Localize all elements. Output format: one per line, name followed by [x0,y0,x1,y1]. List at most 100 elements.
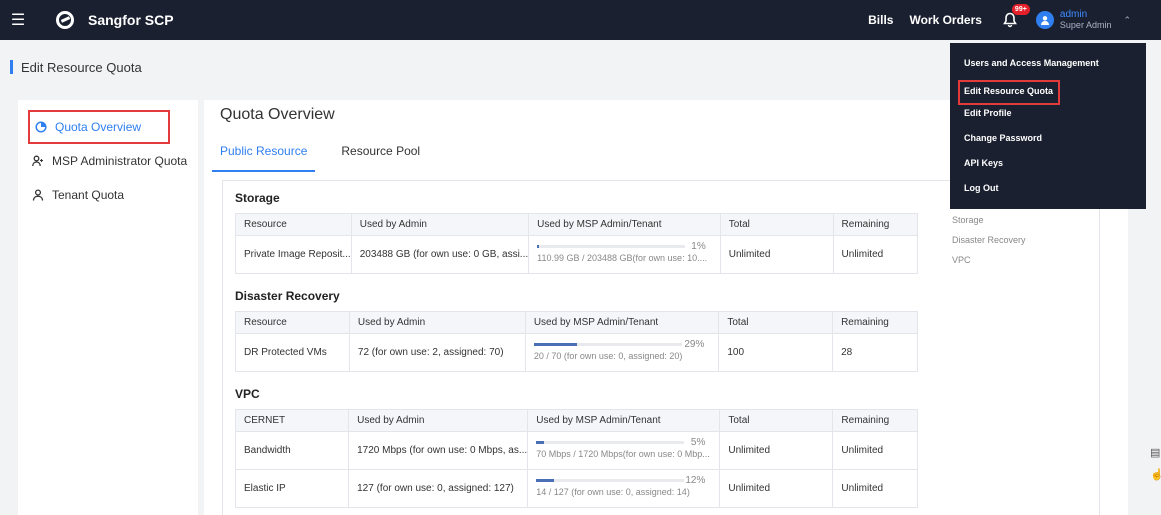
remaining-cell: Unlimited [832,431,918,470]
total-cell: 100 [718,333,834,372]
section-title-vpc: VPC [235,387,260,401]
used-by-msp-cell: 29% 20 / 70 (for own use: 0, assigned: 2… [524,333,720,372]
usage-bar-fill [536,479,554,482]
column-header: Total [719,409,834,432]
tab-public-resource[interactable]: Public Resource [212,142,316,172]
column-header: Used by Admin [350,213,530,236]
hamburger-icon[interactable]: ☰ [6,10,30,30]
usage-bar-fill [537,245,539,248]
used-by-admin-cell: 72 (for own use: 2, assigned: 70) [348,333,526,372]
usage-bar-track [537,245,686,248]
usage-percent: 12% [685,475,706,486]
vpc-table: CERNET Used by Admin Used by MSP Admin/T… [234,409,918,508]
usage-text: 14 / 127 (for own use: 0, assigned: 14) [536,487,690,497]
anchor-link-disaster-recovery[interactable]: Disaster Recovery [952,230,1026,250]
used-by-admin-cell: 127 (for own use: 0, assigned: 127) [348,469,529,508]
user-icon [32,189,44,201]
quota-icon [35,121,47,133]
used-by-msp-cell: 12% 14 / 127 (for own use: 0, assigned: … [527,469,721,508]
table-header-row: Resource Used by Admin Used by MSP Admin… [235,311,918,334]
notification-bell-icon[interactable]: 99+ [1002,4,1030,28]
sangfor-logo-icon [56,11,74,29]
notification-badge: 99+ [1011,4,1030,15]
section-title-disaster-recovery: Disaster Recovery [235,289,340,303]
sidebar-item-tenant-quota[interactable]: Tenant Quota [18,178,198,212]
menu-item-api-keys[interactable]: API Keys [950,155,1146,180]
title-accent [10,60,13,74]
section-title-storage: Storage [235,191,280,205]
usage-percent: 29% [684,339,705,350]
total-cell: Unlimited [719,431,834,470]
main-title: Quota Overview [220,106,335,123]
usage-text: 70 Mbps / 1720 Mbps(for own use: 0 Mbp..… [536,449,710,459]
usage-bar-track [536,479,685,482]
total-cell: Unlimited [719,235,834,274]
menu-item-log-out[interactable]: Log Out [950,180,1146,205]
column-header: Total [718,311,834,334]
usage-percent: 1% [691,241,706,252]
thumbs-up-icon[interactable]: ☝ [1150,464,1161,486]
user-menu-dropdown: Users and Access Management Edit Resourc… [950,43,1146,209]
table-row: Elastic IP 127 (for own use: 0, assigned… [234,469,918,508]
usage-bar-track [536,441,685,444]
user-block[interactable]: admin Super Admin [1060,9,1112,31]
column-header: Remaining [832,311,918,334]
column-header: CERNET [234,409,350,432]
column-header: Used by MSP Admin/Tenant [524,311,720,334]
total-cell: Unlimited [719,469,834,508]
resource-cell: DR Protected VMs [235,333,350,372]
column-header: Used by MSP Admin/Tenant [528,213,721,236]
anchor-link-storage[interactable]: Storage [952,210,1026,230]
sidebar: Quota Overview MSP Administrator Quota T… [18,100,198,515]
resource-cell: Bandwidth [234,431,350,470]
page-title: Edit Resource Quota [21,59,142,75]
table-row: Private Image Reposit... 203488 GB (for … [235,235,919,274]
menu-item-change-password[interactable]: Change Password [950,130,1146,155]
user-name: admin [1059,9,1088,20]
storage-table: Resource Used by Admin Used by MSP Admin… [235,213,919,274]
app-title: Sangfor SCP [88,12,174,28]
remaining-cell: Unlimited [832,469,918,508]
tab-resource-pool[interactable]: Resource Pool [341,142,420,172]
resource-cell: Private Image Reposit... [235,235,352,274]
disaster-recovery-table: Resource Used by Admin Used by MSP Admin… [235,311,918,372]
avatar[interactable] [1035,11,1054,29]
work-orders-link[interactable]: Work Orders [909,13,981,27]
column-header: Used by Admin [348,409,529,432]
table-row: Bandwidth 1720 Mbps (for own use: 0 Mbps… [234,431,918,470]
menu-item-users-access[interactable]: Users and Access Management [950,55,1146,80]
column-header: Used by Admin [348,311,526,334]
sidebar-item-msp-administrator-quota[interactable]: MSP Administrator Quota [18,144,198,178]
sidebar-item-label: MSP Administrator Quota [52,154,188,168]
column-header: Resource [235,311,350,334]
bills-link[interactable]: Bills [868,13,893,27]
anchor-link-vpc[interactable]: VPC [952,250,1026,270]
remaining-cell: Unlimited [832,235,919,274]
column-header: Used by MSP Admin/Tenant [527,409,721,432]
menu-item-edit-profile[interactable]: Edit Profile [950,105,1146,130]
column-header: Remaining [832,409,918,432]
sidebar-item-quota-overview[interactable]: Quota Overview [28,110,170,144]
remaining-cell: 28 [832,333,918,372]
menu-item-edit-resource-quota[interactable]: Edit Resource Quota [958,80,1060,105]
used-by-msp-cell: 5% 70 Mbps / 1720 Mbps(for own use: 0 Mb… [527,431,721,470]
table-header-row: Resource Used by Admin Used by MSP Admin… [235,213,919,236]
usage-bar-track [533,343,682,346]
used-by-admin-cell: 1720 Mbps (for own use: 0 Mbps, as... [348,431,529,470]
anchor-nav: Storage Disaster Recovery VPC [952,210,1026,270]
document-icon[interactable]: ▤ [1150,442,1161,464]
column-header: Resource [235,213,352,236]
floating-tools: ▤ ☝ [1150,442,1161,486]
sidebar-item-label: Quota Overview [55,120,142,134]
top-bar: ☰ Sangfor SCP Bills Work Orders 99+ admi… [0,0,1161,40]
used-by-msp-cell: 1% 110.99 GB / 203488 GB(for own use: 10… [528,235,721,274]
chevron-up-icon[interactable]: ⌃ [1123,15,1131,26]
column-header: Remaining [832,213,919,236]
usage-text: 110.99 GB / 203488 GB(for own use: 10...… [537,253,708,263]
usage-percent: 5% [690,437,706,448]
usage-bar-fill [536,441,544,444]
usage-bar-fill [533,343,577,346]
table-row: DR Protected VMs 72 (for own use: 2, ass… [235,333,918,372]
table-header-row: CERNET Used by Admin Used by MSP Admin/T… [234,409,918,432]
tab-bar: Public Resource Resource Pool [212,142,446,172]
